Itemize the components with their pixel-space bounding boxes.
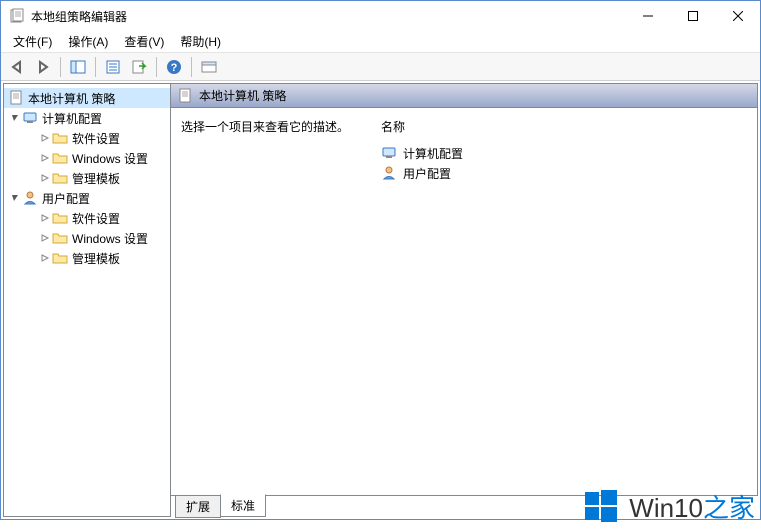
list-item-user[interactable]: 用户配置 — [381, 163, 747, 183]
expander-icon[interactable] — [8, 111, 22, 125]
window-controls — [625, 1, 760, 31]
expander-icon[interactable] — [38, 151, 52, 165]
expander-icon[interactable] — [38, 231, 52, 245]
user-icon — [22, 190, 38, 206]
toolbar: ? — [1, 53, 760, 81]
tree-windows-settings[interactable]: Windows 设置 — [4, 148, 170, 168]
user-icon — [381, 165, 397, 181]
titlebar: 本地组策略编辑器 — [1, 1, 760, 31]
tree-computer-config[interactable]: 计算机配置 — [4, 108, 170, 128]
toolbar-separator — [95, 57, 96, 77]
watermark: Win10之家 — [581, 486, 755, 526]
tree-label: 管理模板 — [72, 250, 120, 267]
menu-help[interactable]: 帮助(H) — [172, 31, 229, 52]
filter-button[interactable] — [197, 56, 221, 78]
tree-label: 计算机配置 — [42, 110, 102, 127]
tree-software-settings[interactable]: 软件设置 — [4, 128, 170, 148]
body: 本地计算机 策略 计算机配置 软件设置 Windows 设置 管理模板 — [1, 81, 760, 519]
window-title: 本地组策略编辑器 — [31, 8, 625, 25]
toolbar-separator — [191, 57, 192, 77]
content-header-title: 本地计算机 策略 — [199, 87, 286, 104]
folder-icon — [52, 150, 68, 166]
menu-view[interactable]: 查看(V) — [116, 31, 172, 52]
tab-standard[interactable]: 标准 — [220, 494, 266, 517]
list-column: 名称 计算机配置 用户配置 — [381, 118, 747, 485]
folder-icon — [52, 230, 68, 246]
svg-text:?: ? — [171, 62, 178, 74]
expander-icon[interactable] — [8, 191, 22, 205]
tree-pane[interactable]: 本地计算机 策略 计算机配置 软件设置 Windows 设置 管理模板 — [3, 83, 171, 517]
tree-label: 本地计算机 策略 — [28, 90, 115, 107]
expander-icon[interactable] — [38, 131, 52, 145]
tab-extended[interactable]: 扩展 — [175, 495, 221, 518]
tree-admin-templates[interactable]: 管理模板 — [4, 248, 170, 268]
tree-label: 用户配置 — [42, 190, 90, 207]
tree-label: Windows 设置 — [72, 150, 148, 167]
properties-button[interactable] — [101, 56, 125, 78]
close-button[interactable] — [715, 1, 760, 31]
menu-action[interactable]: 操作(A) — [60, 31, 116, 52]
export-button[interactable] — [127, 56, 151, 78]
tree-user-config[interactable]: 用户配置 — [4, 188, 170, 208]
tree-label: 软件设置 — [72, 210, 120, 227]
list-item-label: 用户配置 — [403, 165, 451, 182]
tree-label: Windows 设置 — [72, 230, 148, 247]
tree-label: 管理模板 — [72, 170, 120, 187]
maximize-button[interactable] — [670, 1, 715, 31]
tree-root[interactable]: 本地计算机 策略 — [4, 88, 170, 108]
description-column: 选择一个项目来查看它的描述。 — [181, 118, 381, 485]
detail-body: 选择一个项目来查看它的描述。 名称 计算机配置 用户配置 — [171, 108, 757, 495]
tree-label: 软件设置 — [72, 130, 120, 147]
tree-software-settings[interactable]: 软件设置 — [4, 208, 170, 228]
policy-icon — [177, 88, 193, 104]
folder-icon — [52, 130, 68, 146]
tree-admin-templates[interactable]: 管理模板 — [4, 168, 170, 188]
folder-icon — [52, 210, 68, 226]
menubar: 文件(F) 操作(A) 查看(V) 帮助(H) — [1, 31, 760, 53]
name-column-header[interactable]: 名称 — [381, 118, 747, 135]
tree-windows-settings[interactable]: Windows 设置 — [4, 228, 170, 248]
computer-icon — [22, 110, 38, 126]
toolbar-separator — [156, 57, 157, 77]
folder-icon — [52, 250, 68, 266]
watermark-text: Win10之家 — [629, 488, 755, 525]
toolbar-separator — [60, 57, 61, 77]
windows-logo-icon — [581, 486, 621, 526]
right-pane: 本地计算机 策略 选择一个项目来查看它的描述。 名称 计算机配置 — [171, 83, 758, 517]
list-item-computer[interactable]: 计算机配置 — [381, 143, 747, 163]
expander-icon[interactable] — [38, 251, 52, 265]
folder-icon — [52, 170, 68, 186]
description-prompt: 选择一个项目来查看它的描述。 — [181, 118, 381, 135]
forward-button[interactable] — [31, 56, 55, 78]
computer-icon — [381, 145, 397, 161]
menu-file[interactable]: 文件(F) — [5, 31, 60, 52]
policy-icon — [8, 90, 24, 106]
help-button[interactable]: ? — [162, 56, 186, 78]
expander-icon[interactable] — [38, 171, 52, 185]
app-window: 本地组策略编辑器 文件(F) 操作(A) 查看(V) 帮助(H) ? 本地计算机… — [0, 0, 761, 520]
show-hide-tree-button[interactable] — [66, 56, 90, 78]
content-header: 本地计算机 策略 — [171, 84, 757, 108]
back-button[interactable] — [5, 56, 29, 78]
app-icon — [9, 8, 25, 24]
content-area: 本地计算机 策略 选择一个项目来查看它的描述。 名称 计算机配置 — [171, 83, 758, 496]
minimize-button[interactable] — [625, 1, 670, 31]
list-item-label: 计算机配置 — [403, 145, 463, 162]
expander-icon[interactable] — [38, 211, 52, 225]
